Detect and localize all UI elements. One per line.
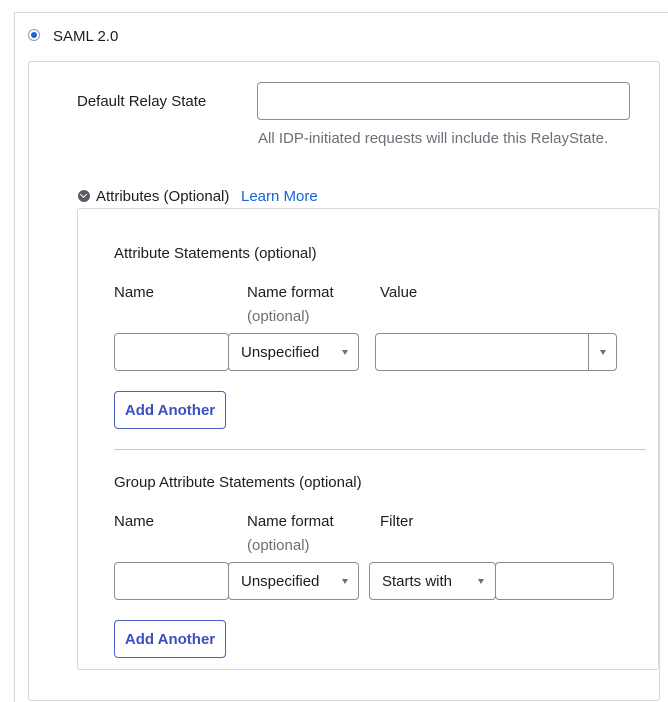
attributes-toggle-label[interactable]: Attributes (Optional)	[96, 188, 229, 205]
relay-state-hint: All IDP-initiated requests will include …	[258, 130, 609, 147]
learn-more-link[interactable]: Learn More	[241, 188, 318, 205]
group-filter-value: Starts with	[382, 572, 453, 590]
group-name-format-select[interactable]: Unspecified	[228, 562, 359, 600]
section-divider	[114, 449, 646, 450]
saml-radio-button[interactable]	[28, 29, 40, 41]
group-name-format-value: Unspecified	[241, 572, 320, 590]
group-attribute-statements-title: Group Attribute Statements (optional)	[114, 474, 362, 491]
group-filter-input[interactable]	[495, 562, 614, 600]
attr-name-format-select[interactable]: Unspecified	[228, 333, 359, 371]
saml-radio-label[interactable]: SAML 2.0	[53, 28, 118, 45]
attributes-panel	[77, 208, 659, 670]
chevron-down-icon	[342, 579, 348, 584]
relay-state-label: Default Relay State	[77, 93, 207, 110]
chevron-down-icon	[600, 350, 606, 355]
group-col-format-subheader: (optional)	[247, 537, 310, 554]
attr-col-format-header: Name format	[247, 284, 334, 301]
attr-name-format-value: Unspecified	[241, 343, 320, 361]
attr-col-name-header: Name	[114, 284, 155, 301]
group-filter-select[interactable]: Starts with	[369, 562, 496, 600]
relay-state-input[interactable]	[257, 82, 630, 120]
group-col-format-header: Name format	[247, 513, 334, 530]
add-group-attribute-button[interactable]: Add Another	[114, 620, 226, 658]
chevron-down-icon	[478, 579, 484, 584]
group-name-input[interactable]	[114, 562, 229, 600]
chevron-down-icon[interactable]	[78, 190, 90, 202]
group-col-filter-header: Filter	[380, 513, 414, 530]
attr-value-select-divider	[588, 334, 589, 370]
group-col-name-header: Name	[114, 513, 155, 530]
chevron-down-icon	[342, 350, 348, 355]
attr-col-value-header: Value	[380, 284, 418, 301]
attr-value-select[interactable]	[375, 333, 617, 371]
attr-col-format-subheader: (optional)	[247, 308, 310, 325]
attribute-statements-title: Attribute Statements (optional)	[114, 245, 317, 262]
attr-name-input[interactable]	[114, 333, 229, 371]
add-attribute-button[interactable]: Add Another	[114, 391, 226, 429]
